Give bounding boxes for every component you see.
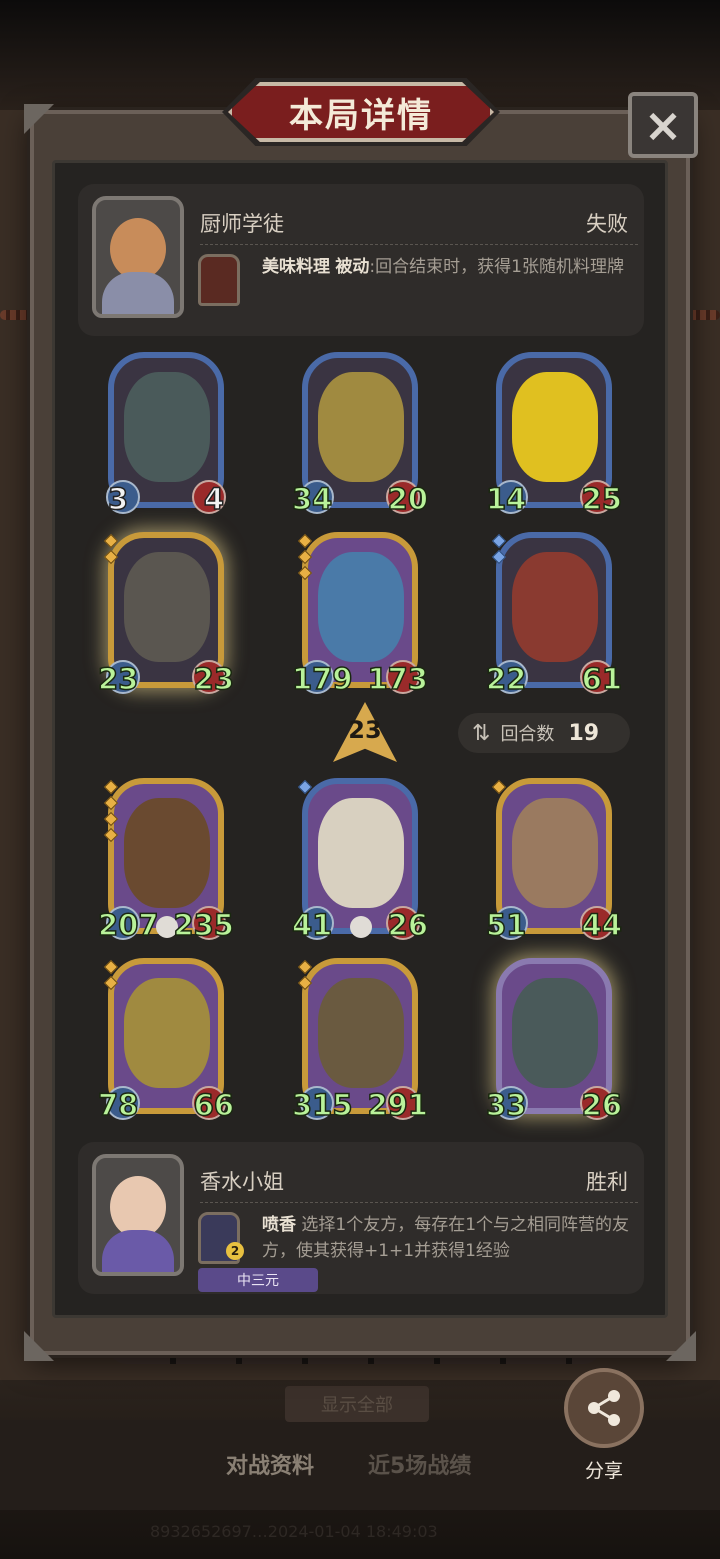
opponent-name: 厨师学徒 bbox=[200, 212, 284, 236]
tab-recent-matches[interactable]: 近5场战绩 bbox=[368, 1448, 471, 1480]
minion-art bbox=[124, 978, 210, 1088]
attack-value: 34 bbox=[291, 481, 333, 517]
avatar-face bbox=[110, 1176, 166, 1238]
minion-card[interactable]: 41 26 bbox=[291, 778, 429, 943]
round-icon: ⇅ bbox=[472, 720, 491, 746]
minion-card[interactable]: 51 44 bbox=[485, 778, 623, 943]
rank-badge: 中三元 bbox=[198, 1268, 318, 1292]
opponent-panel: 厨师学徒 失败 美味料理 被动:回合结束时，获得1张随机料理牌 bbox=[78, 184, 644, 336]
attack-value: 33 bbox=[485, 1087, 527, 1123]
attack-value: 3 bbox=[107, 481, 129, 517]
corner-ornament bbox=[24, 1331, 54, 1361]
health-value: 66 bbox=[193, 1087, 235, 1123]
attack-value: 14 bbox=[485, 481, 527, 517]
minion-art bbox=[512, 552, 598, 662]
health-value: 44 bbox=[581, 907, 623, 943]
skill-desc: :回合结束时，获得1张随机料理牌 bbox=[369, 257, 624, 277]
share-button[interactable] bbox=[564, 1368, 644, 1448]
hero-skill-description: 喷香 选择1个友方，每存在1个与之相同阵营的友方，使其获得+1+1并获得1经验 bbox=[262, 1212, 632, 1264]
health-value: 173 bbox=[367, 661, 429, 697]
skill-name: 喷香 bbox=[262, 1215, 296, 1235]
show-all-button[interactable]: 显示全部 bbox=[285, 1386, 429, 1422]
attack-value: 22 bbox=[485, 661, 527, 697]
minion-art bbox=[512, 978, 598, 1088]
hero-skill-icon[interactable] bbox=[198, 254, 240, 306]
minion-art bbox=[318, 798, 404, 908]
self-name: 香水小姐 bbox=[200, 1170, 284, 1194]
close-button[interactable]: × bbox=[628, 92, 698, 158]
round-counter: ⇅ 回合数 19 bbox=[458, 713, 630, 753]
minion-card[interactable]: 34 20 bbox=[291, 352, 429, 517]
modal-title: 本局详情 bbox=[289, 95, 433, 136]
minion-card[interactable]: 207 235 bbox=[97, 778, 235, 943]
attack-value: 179 bbox=[291, 661, 353, 697]
minion-art bbox=[512, 798, 598, 908]
skill-type: 被动 bbox=[335, 257, 370, 277]
minion-art bbox=[318, 978, 404, 1088]
health-value: 61 bbox=[581, 661, 623, 697]
minion-card[interactable]: 78 66 bbox=[97, 958, 235, 1123]
minion-art bbox=[512, 372, 598, 482]
round-value: 19 bbox=[568, 720, 600, 746]
tab-battle-info[interactable]: 对战资料 bbox=[226, 1448, 314, 1480]
corner-ornament bbox=[666, 1331, 696, 1361]
avatar-body bbox=[102, 1230, 174, 1272]
avatar-face bbox=[110, 218, 166, 280]
avatar-body bbox=[102, 272, 174, 314]
minion-card[interactable]: 22 61 bbox=[485, 532, 623, 697]
attack-value: 207 bbox=[97, 907, 159, 943]
health-value: 23 bbox=[193, 661, 235, 697]
opponent-avatar[interactable] bbox=[92, 196, 184, 318]
minion-card[interactable]: 3 4 bbox=[106, 352, 226, 517]
minion-art bbox=[318, 552, 404, 662]
health-value: 4 bbox=[203, 481, 225, 517]
health-value: 291 bbox=[367, 1087, 429, 1123]
minion-card[interactable]: 33 26 bbox=[485, 958, 623, 1123]
attack-value: 41 bbox=[291, 907, 333, 943]
self-panel: 香水小姐 胜利 2 喷香 选择1个友方，每存在1个与之相同阵营的友方，使其获得+… bbox=[78, 1142, 644, 1294]
share-icon bbox=[588, 1390, 620, 1426]
divider bbox=[200, 244, 638, 245]
skill-level-badge: 2 bbox=[226, 1242, 244, 1260]
health-value: 20 bbox=[387, 481, 429, 517]
minion-art bbox=[124, 372, 210, 482]
health-value: 235 bbox=[173, 907, 235, 943]
skill-name: 美味料理 bbox=[262, 257, 330, 277]
attack-value: 315 bbox=[291, 1087, 353, 1123]
hero-skill-description: 美味料理 被动:回合结束时，获得1张随机料理牌 bbox=[262, 254, 632, 280]
close-icon: × bbox=[643, 98, 683, 152]
health-value: 25 bbox=[581, 481, 623, 517]
minion-art bbox=[318, 372, 404, 482]
match-id-text: 8932652697…2024-01-04 18:49:03 bbox=[150, 1522, 438, 1541]
tavern-level: 23 bbox=[348, 716, 382, 744]
skill-desc: 选择1个友方，每存在1个与之相同阵营的友方，使其获得+1+1并获得1经验 bbox=[262, 1215, 630, 1261]
self-avatar[interactable] bbox=[92, 1154, 184, 1276]
opponent-result: 失败 bbox=[586, 212, 628, 236]
attack-value: 51 bbox=[485, 907, 527, 943]
corner-ornament bbox=[24, 104, 54, 134]
minion-card[interactable]: 14 25 bbox=[485, 352, 623, 517]
round-label: 回合数 bbox=[500, 724, 555, 745]
title-plate: 本局详情 bbox=[228, 82, 494, 142]
self-result: 胜利 bbox=[586, 1170, 628, 1194]
health-value: 26 bbox=[581, 1087, 623, 1123]
divider bbox=[200, 1202, 638, 1203]
skull-icon bbox=[350, 916, 372, 938]
health-value: 26 bbox=[387, 907, 429, 943]
minion-card[interactable]: 179 173 bbox=[291, 532, 429, 697]
minion-art bbox=[124, 798, 210, 908]
minion-art bbox=[124, 552, 210, 662]
minion-card[interactable]: 315 291 bbox=[291, 958, 429, 1123]
share-label: 分享 bbox=[584, 1460, 623, 1482]
attack-value: 78 bbox=[97, 1087, 139, 1123]
minion-card[interactable]: 23 23 bbox=[97, 532, 235, 697]
attack-value: 23 bbox=[97, 661, 139, 697]
